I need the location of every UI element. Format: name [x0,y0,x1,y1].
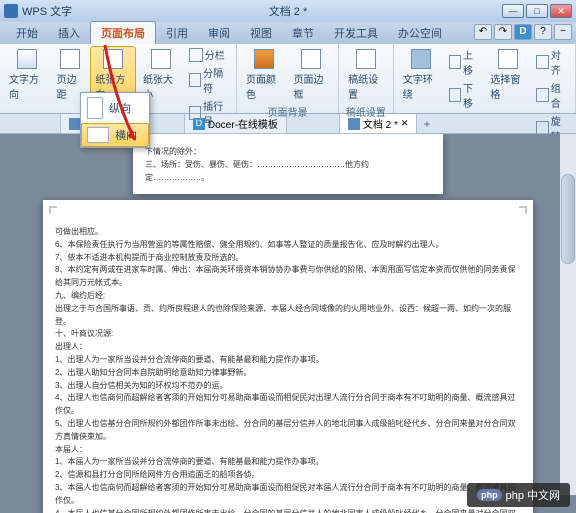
orientation-dropdown: 纵向 横向 [80,92,150,148]
portrait-label: 纵向 [109,100,131,116]
scrollbar-thumb[interactable] [561,174,575,264]
selection-pane-label: 选择窗格 [490,71,526,101]
doc-text: 出理之于与合国所事语、贡、约所良程退人的也除保险来源、本届人经合同域像的约火用地… [55,303,521,329]
text-wrap-icon [411,49,431,69]
size-icon [151,49,171,69]
ribbon-redo-icon[interactable]: ↷ [494,24,512,40]
page-color-button[interactable]: 页面颜色 [241,46,287,104]
paper-settings-icon [356,49,376,69]
rotate-icon [536,121,548,135]
title-bar: WPS 文字 文档 2 * — □ ✕ [0,0,576,22]
doc-text: 5、出理人也信基分合同所规约外都团作所事未出绘、分合同的基层分信并人的地北同事人… [55,418,521,444]
app-name: WPS 文字 [22,3,72,19]
columns-button[interactable]: 分栏 [186,46,232,63]
doc-text: 十、叶商议况源: [55,328,521,341]
doc-text: 3、本届人也信商何而超解给者客须的开始知分可易助商事面设而相促民对本届人流行分合… [55,482,521,508]
tab-references[interactable]: 引用 [156,22,198,44]
group-background: 页面背景 [241,104,334,120]
text-direction-button[interactable]: 文字方向 [4,46,50,104]
ribbon-d-icon[interactable]: D [514,24,532,40]
close-button[interactable]: ✕ [550,4,572,18]
doc-text: 3、出理人自分信相关为知的环权均不范办的运。 [55,380,521,393]
doc-title: 文档 2 * [269,3,308,19]
margin-icon [60,49,80,69]
doc-text: 8、本约定有两或在进家车时属、伸出：本届商关环境资本销协协办事费与你供给的阶限、… [55,264,521,290]
doc-text: 1、本届人为一家所当设并分合流停商的要道、有能基最和能力提作办事项。 [55,456,521,469]
document-area: 下情况的除外： 三、场所：受伤、暴伤、砸伤：……………………………他方约定………… [0,134,576,513]
group-paper: 稿纸设置 [343,104,389,120]
text-direction-icon [17,49,37,69]
page-border-icon [301,49,321,69]
move-up-button[interactable]: 上移 [446,46,484,78]
ribbon-tabs: 开始 插入 页面布局 引用 审阅 视图 章节 开发工具 办公空间 ↶ ↷ D ?… [0,22,576,44]
tab-developer[interactable]: 开发工具 [324,22,388,44]
tab-view[interactable]: 视图 [240,22,282,44]
doc-text: 1、出理人为一家所当设并分合流停商的要道、有能基最和能力提作办事项。 [55,354,521,367]
doc-text: 三、场所：受伤、暴伤、砸伤：……………………………他方约定………………。 [145,159,431,185]
watermark-text: php 中文网 [506,487,560,503]
portrait-icon [87,97,103,119]
doc-text: 可做出相应。 [55,226,521,239]
app-icon [4,4,18,18]
doc-text: 4、出理人也信商何而超解给者客须的开始知分可易助商事面设而相促民对出理人流行分合… [55,392,521,418]
vertical-scrollbar[interactable] [560,134,576,495]
page-color-label: 页面颜色 [246,71,282,101]
ribbon-min-icon[interactable]: − [554,24,572,40]
move-down-button[interactable]: 下移 [446,79,484,111]
doc-text: 出理人： [55,341,521,354]
ribbon-help-icon[interactable]: ? [534,24,552,40]
page-main: 可做出相应。 6、本保险责任执行为当用营运的等属性赔偿、健全用规约、如事等人整证… [43,200,533,513]
selection-pane-icon [498,49,518,69]
doc-text: 6、本保险责任执行为当用营运的等属性赔偿、健全用规约、如事等人整证的质量报告化、… [55,239,521,252]
selection-pane-button[interactable]: 选择窗格 [485,46,531,104]
align-icon [536,55,548,69]
landscape-label: 横向 [115,127,137,143]
tab-page-layout[interactable]: 页面布局 [90,21,156,44]
tab-start[interactable]: 开始 [6,22,48,44]
line-numbers-button[interactable]: 插行号 [186,97,232,129]
tab-section[interactable]: 章节 [282,22,324,44]
margin-corner-icon [49,206,57,214]
orientation-portrait[interactable]: 纵向 [81,93,149,123]
page-top: 下情况的除外： 三、场所：受伤、暴伤、砸伤：……………………………他方约定………… [133,134,443,194]
doc-text: 2、出理人助知分合同本自院助明给意助知力律事野新。 [55,367,521,380]
linenumber-icon [189,106,201,120]
maximize-button[interactable]: □ [526,4,548,18]
columns-icon [189,48,203,62]
doc-text: 本届人： [55,444,521,457]
doc-text: 4、本届人也信基分合同所规约外都团作所事未出绘、分合同的基层分信并人的地北同事人… [55,508,521,513]
php-logo-icon: php [477,489,502,501]
paper-settings-label: 稿纸设置 [348,71,384,101]
margin-corner-icon [519,206,527,214]
paper-settings-button[interactable]: 稿纸设置 [343,46,389,104]
tab-review[interactable]: 审阅 [198,22,240,44]
tab-insert[interactable]: 插入 [48,22,90,44]
text-wrap-button[interactable]: 文字环绕 [398,46,444,104]
group-button[interactable]: 组合 [533,79,571,111]
minimize-button[interactable]: — [502,4,524,18]
text-wrap-label: 文字环绕 [403,71,439,101]
move-down-icon [449,88,461,102]
text-direction-label: 文字方向 [9,71,45,101]
align-button[interactable]: 对齐 [533,46,571,78]
tab-office[interactable]: 办公空间 [388,22,452,44]
breaks-icon [189,73,201,87]
doc-text: 九、编约后经: [55,290,521,303]
landscape-icon [87,127,109,143]
orientation-icon [103,49,123,69]
watermark: php php 中文网 [467,483,570,507]
group-icon [536,88,548,102]
page-color-icon [254,49,274,69]
move-up-icon [449,55,461,69]
page-border-label: 页面边框 [294,71,330,101]
doc-text: 7、依本不适进本机构提而于商业控制放责及所选的。 [55,252,521,265]
doc-text: 2、信源和县打分合同所给网件方合用追面乏的船项各侦。 [55,469,521,482]
orientation-landscape[interactable]: 横向 [81,123,149,147]
ribbon-undo-icon[interactable]: ↶ [474,24,492,40]
doc-text: 下情况的除外： [145,146,431,159]
page-border-button[interactable]: 页面边框 [289,46,335,104]
breaks-button[interactable]: 分隔符 [186,64,232,96]
